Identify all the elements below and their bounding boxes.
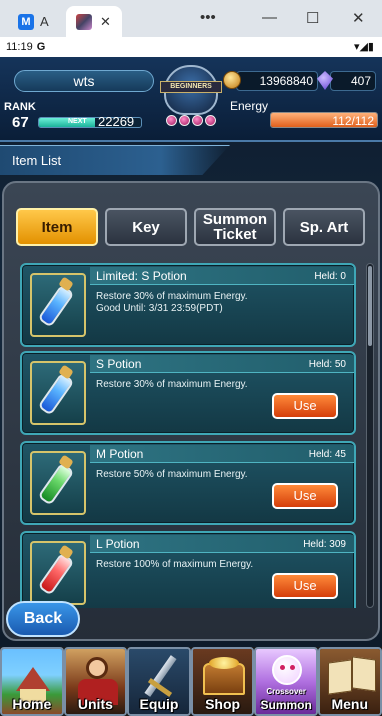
- next-exp-value: 22269: [98, 114, 135, 129]
- item-name: Limited: S Potion: [96, 269, 187, 283]
- blue-potion-icon: [30, 361, 86, 425]
- tab-item[interactable]: Item: [16, 208, 98, 246]
- status-icons: G: [36, 41, 46, 53]
- minimize-icon[interactable]: —: [262, 9, 277, 26]
- item-description: Restore 30% of maximum Energy.: [96, 379, 248, 390]
- nav-units[interactable]: Units: [63, 647, 128, 716]
- use-button[interactable]: Use: [272, 573, 338, 599]
- section-title: Item List: [12, 153, 62, 168]
- item-list[interactable]: Limited: S Potion Held: 0 Restore 30% of…: [20, 263, 362, 608]
- next-label: NEXT: [68, 118, 87, 125]
- nav-shop-label: Shop: [205, 696, 241, 712]
- emblem-banner: BEGINNERS: [160, 81, 222, 93]
- gem-icon: [192, 115, 203, 126]
- item-description: Restore 30% of maximum Energy. Good Unti…: [96, 291, 248, 314]
- tab-summon-ticket[interactable]: Summon Ticket: [194, 208, 276, 246]
- gem-icon: [205, 115, 216, 126]
- nav-shop[interactable]: Shop: [190, 647, 255, 716]
- nav-summon[interactable]: Crossover Summon: [254, 647, 318, 716]
- browser-tab-2[interactable]: ✕: [66, 6, 122, 37]
- nav-home-label: Home: [12, 696, 52, 712]
- item-held-count: Held: 45: [308, 449, 346, 460]
- nav-menu[interactable]: Menu: [317, 647, 382, 716]
- list-scrollbar[interactable]: [366, 263, 374, 608]
- maximize-icon[interactable]: ☐: [306, 9, 319, 27]
- item-name: M Potion: [96, 447, 144, 461]
- game-screen: wts RANK 67 NEXT 22269 BEGINNERS 1396884…: [0, 57, 382, 716]
- bottom-nav: Home Units Equip Shop Crossover Summon M…: [0, 647, 382, 716]
- list-item: Limited: S Potion Held: 0 Restore 30% of…: [20, 263, 356, 347]
- gem-icon: [179, 115, 190, 126]
- item-held-count: Held: 0: [314, 271, 346, 282]
- item-held-count: Held: 309: [303, 539, 346, 550]
- more-options-icon[interactable]: •••: [200, 9, 216, 26]
- item-name: L Potion: [96, 537, 140, 551]
- nav-home[interactable]: Home: [0, 647, 64, 716]
- nav-units-label: Units: [77, 696, 113, 712]
- zel-value: 13968840: [236, 71, 318, 91]
- list-item: L Potion Held: 309 Restore 100% of maxim…: [20, 531, 356, 608]
- list-item: S Potion Held: 50 Restore 30% of maximum…: [20, 351, 356, 435]
- tab-sp-art[interactable]: Sp. Art: [283, 208, 365, 246]
- use-button[interactable]: Use: [272, 393, 338, 419]
- nav-summon-label: Summon: [260, 698, 312, 712]
- app-logo-icon: M: [18, 13, 34, 30]
- back-button[interactable]: Back: [6, 601, 80, 637]
- nav-summon-sublabel: Crossover: [266, 687, 306, 696]
- nav-equip-label: Equip: [139, 696, 179, 712]
- beginners-emblem-icon: BEGINNERS: [150, 59, 232, 137]
- item-description: Restore 50% of maximum Energy.: [96, 469, 248, 480]
- browser-chrome: M A ✕ ••• — ☐ ✕: [0, 0, 382, 37]
- energy-value: 112/112: [332, 114, 374, 128]
- use-button[interactable]: Use: [272, 483, 338, 509]
- browser-tab-1-label: A: [40, 14, 49, 29]
- scrollbar-thumb[interactable]: [368, 266, 372, 346]
- close-window-icon[interactable]: ✕: [352, 9, 365, 27]
- item-name: S Potion: [96, 357, 142, 371]
- green-potion-icon: [30, 451, 86, 515]
- nav-equip[interactable]: Equip: [127, 647, 191, 716]
- tab-key[interactable]: Key: [105, 208, 187, 246]
- red-potion-icon: [30, 541, 86, 605]
- energy-label: Energy: [230, 99, 269, 113]
- player-name[interactable]: wts: [14, 70, 154, 92]
- close-tab-icon[interactable]: ✕: [100, 14, 111, 30]
- zel-coin-icon: [223, 71, 241, 89]
- game-thumbnail-icon: [76, 13, 92, 30]
- nav-menu-label: Menu: [331, 696, 369, 712]
- status-time: 11:19: [6, 41, 33, 53]
- player-hud: wts RANK 67 NEXT 22269 BEGINNERS 1396884…: [0, 57, 382, 142]
- status-bar: 11:19 G ▾◢▮: [0, 37, 382, 57]
- rank-value: 67: [12, 114, 29, 131]
- lacrima-value: 407: [330, 71, 376, 91]
- item-description: Restore 100% of maximum Energy.: [96, 559, 254, 570]
- blue-potion-icon: [30, 273, 86, 337]
- item-held-count: Held: 50: [308, 359, 346, 370]
- status-right-icons: ▾◢▮: [353, 41, 374, 53]
- browser-tab-1[interactable]: M A: [8, 6, 60, 37]
- gem-icon: [166, 115, 177, 126]
- rank-label: RANK: [4, 101, 36, 113]
- list-item: M Potion Held: 45 Restore 50% of maximum…: [20, 441, 356, 525]
